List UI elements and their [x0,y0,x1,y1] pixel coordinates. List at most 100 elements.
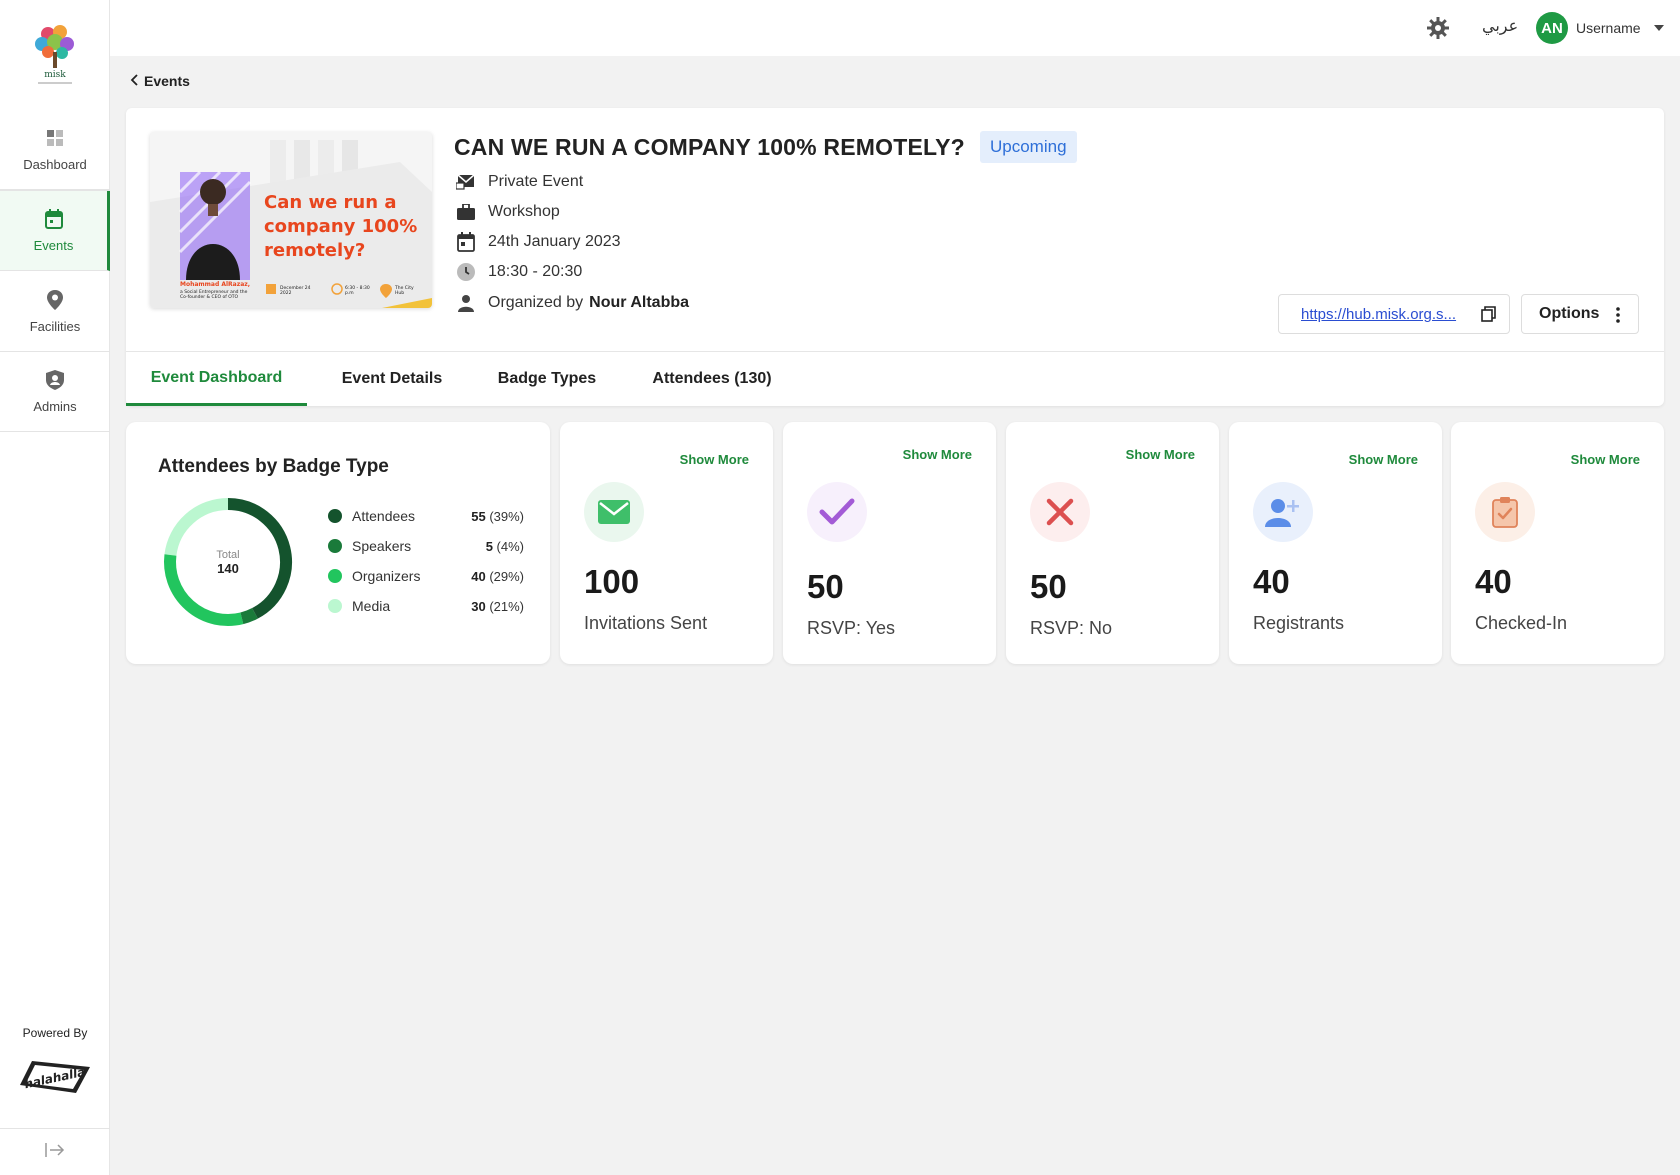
stat-label: Invitations Sent [584,613,708,633]
sidebar-item-label: Admins [33,399,77,414]
sidebar: misk Dashboard Events Facilities Admins … [0,0,110,1175]
event-type: Workshop [456,202,560,222]
tab-event-dashboard[interactable]: Event Dashboard [126,352,307,406]
stat-value: 40 [1253,563,1290,600]
svg-text:remotely?: remotely? [264,240,365,261]
svg-text:Can we run a: Can we run a [264,192,396,213]
event-time: 18:30 - 20:30 [456,262,582,282]
stat-value: 50 [807,568,844,605]
legend-dot [328,509,342,523]
sidebar-item-label: Events [33,238,74,253]
stat-value: 50 [1030,568,1067,605]
kebab-menu-icon [1616,307,1620,323]
legend-dot [328,569,342,583]
options-button-label: Options [1539,305,1600,322]
stat-card-checked-in: Show More 40 Checked-In [1451,422,1664,664]
donut-center-value: 140 [217,561,239,576]
legend-name: Speakers [352,538,412,554]
event-time-label: 18:30 - 20:30 [488,263,583,280]
back-link[interactable]: Events [130,73,190,89]
donut-slice-media [164,498,229,556]
stat-label: RSVP: No [1030,618,1113,638]
clipboard-check-icon [1475,482,1535,542]
gear-icon[interactable] [1426,16,1450,40]
legend-dot [328,539,342,553]
event-header-card: Can we run a company 100% remotely? Moha… [126,108,1664,406]
legend-count: 40 [471,568,486,584]
tab-badge-types[interactable]: Badge Types [477,352,617,406]
username[interactable]: Username [1576,20,1641,36]
legend-pct: (39%) [489,508,524,524]
legend-count: 5 [485,538,493,554]
tab-event-details[interactable]: Event Details [307,352,477,406]
legend-item: Attendees 55 (39%) [328,508,524,524]
stat-label: Checked-In [1475,613,1568,633]
badge-donut-chart: Total 140 [158,492,298,632]
event-link[interactable]: https://hub.misk.org.s... [1278,294,1510,334]
legend-name: Media [352,598,391,614]
stat-value: 100 [584,563,640,600]
tab-attendees[interactable]: Attendees (130) [617,352,807,406]
show-more-link[interactable]: Show More [1571,452,1640,467]
stat-label: Registrants [1253,613,1345,633]
options-button[interactable]: Options [1521,294,1639,334]
sidebar-item-events[interactable]: Events [0,191,110,271]
legend-item: Organizers 40 (29%) [328,568,524,584]
show-more-link[interactable]: Show More [1126,447,1195,462]
organizer-name: Nour Altabba [589,294,690,311]
x-icon [1030,482,1090,542]
stat-card-rsvp-no: Show More 50 RSVP: No [1006,422,1219,664]
status-badge: Upcoming [980,131,1077,163]
sidebar-item-facilities[interactable]: Facilities [0,272,110,352]
stat-card-invitations: Show More 100 Invitations Sent [560,422,773,664]
show-more-link[interactable]: Show More [680,452,749,467]
admin-badge-icon [44,369,66,391]
event-privacy: Private Event [456,172,583,192]
chart-title: Attendees by Badge Type [158,456,389,477]
page-title: CAN WE RUN A COMPANY 100% REMOTELY? [454,134,965,160]
legend-pct: (21%) [489,598,524,614]
calendar-icon [456,232,476,252]
misk-logo[interactable]: misk [28,20,82,90]
back-link-label: Events [144,73,190,89]
legend-item: Media 30 (21%) [328,598,524,614]
svg-text:p.m: p.m [345,291,354,296]
legend-item: Speakers 5 (4%) [328,538,524,554]
event-privacy-label: Private Event [488,173,584,190]
checkmark-icon [807,482,867,542]
event-date-label: 24th January 2023 [488,233,621,250]
calendar-icon [43,208,65,230]
show-more-link[interactable]: Show More [1349,452,1418,467]
svg-text:2022: 2022 [280,290,292,296]
sidebar-item-dashboard[interactable]: Dashboard [0,110,110,190]
legend-name: Attendees [352,508,416,524]
location-pin-icon [44,289,66,311]
svg-text:Co-founder & CEO of OTO: Co-founder & CEO of OTO [180,294,239,300]
envelope-icon [584,482,644,542]
briefcase-icon [456,202,476,222]
svg-text:misk: misk [44,70,66,80]
legend-name: Organizers [352,568,421,584]
stat-label: RSVP: Yes [807,618,896,638]
event-link-text[interactable]: https://hub.misk.org.s... [1301,306,1456,323]
show-more-link[interactable]: Show More [903,447,972,462]
top-bar: عربي AN Username [110,0,1680,56]
powered-by-label: Powered By [22,1026,88,1040]
stat-value: 40 [1475,563,1512,600]
sidebar-item-admins[interactable]: Admins [0,352,110,432]
stat-card-rsvp-yes: Show More 50 RSVP: Yes [783,422,996,664]
stat-card-registrants: Show More 40 Registrants [1229,422,1442,664]
language-switch[interactable]: عربي [1482,16,1518,36]
legend-count: 55 [471,508,486,524]
donut-slice-speakers [240,607,258,625]
attendees-by-badge-card: Attendees by Badge Type Total 140 Attend… [126,422,550,664]
legend-pct: (4%) [496,538,524,554]
halahalla-logo: halahalla [18,1055,92,1099]
avatar[interactable]: AN [1536,12,1568,44]
legend-pct: (29%) [489,568,524,584]
collapse-sidebar-button[interactable] [0,1128,110,1175]
collapse-arrow-icon [45,1142,65,1163]
chevron-down-icon[interactable] [1654,25,1664,31]
event-poster: Can we run a company 100% remotely? Moha… [150,132,432,308]
copy-icon[interactable] [1481,306,1497,322]
